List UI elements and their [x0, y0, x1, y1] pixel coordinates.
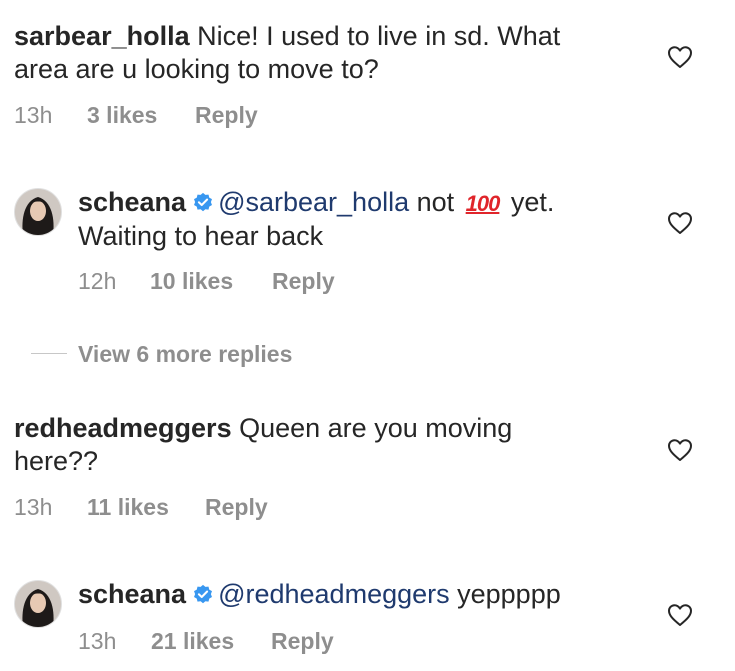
- comment-text: scheana @sarbear_holla not 100 yet. Waiti…: [78, 186, 638, 253]
- comment-text: sarbear_holla Nice! I used to live in sd…: [14, 20, 634, 86]
- comment-username[interactable]: scheana: [78, 187, 186, 217]
- comment-body-line1: Nice! I used to live in sd. What: [189, 21, 561, 51]
- reply-button[interactable]: Reply: [271, 628, 334, 655]
- comment-body-part-b: yet.: [503, 187, 555, 217]
- reply-button[interactable]: Reply: [205, 494, 268, 521]
- reply-button[interactable]: Reply: [195, 102, 258, 129]
- comment-likes[interactable]: 10 likes: [150, 268, 233, 295]
- mention-link[interactable]: @redheadmeggers: [218, 579, 450, 609]
- comment-time: 13h: [14, 494, 53, 520]
- comment-text: scheana @redheadmeggers yeppppp: [78, 578, 638, 611]
- comment-username[interactable]: redheadmeggers: [14, 413, 232, 443]
- comment-likes[interactable]: 3 likes: [87, 102, 157, 129]
- avatar-image: [15, 581, 61, 627]
- comment-username[interactable]: scheana: [78, 579, 186, 609]
- comment-username[interactable]: sarbear_holla: [14, 21, 190, 51]
- avatar[interactable]: [14, 580, 62, 628]
- avatar[interactable]: [14, 188, 62, 236]
- comment-time: 13h: [14, 102, 53, 128]
- comment-body-line2: area are u looking to move to?: [14, 54, 379, 84]
- comment-body-part-a: yeppppp: [449, 579, 561, 609]
- heart-outline-icon[interactable]: [667, 438, 693, 462]
- comment-likes[interactable]: 11 likes: [87, 494, 169, 521]
- view-more-replies-label[interactable]: View 6 more replies: [78, 341, 292, 368]
- comment-time: 13h: [78, 628, 117, 654]
- comment-body-line2: Waiting to hear back: [78, 221, 324, 251]
- divider-line: [31, 353, 67, 354]
- hundred-points-emoji: 100: [465, 191, 501, 216]
- mention-link[interactable]: @sarbear_holla: [218, 187, 409, 217]
- verified-badge-icon: [194, 192, 213, 212]
- verified-badge-icon: [194, 584, 213, 604]
- comment-body-line1: Queen are you moving: [231, 413, 513, 443]
- heart-outline-icon[interactable]: [667, 45, 693, 69]
- heart-outline-icon[interactable]: [667, 211, 693, 235]
- reply-button[interactable]: Reply: [272, 268, 335, 295]
- comment-likes[interactable]: 21 likes: [151, 628, 234, 655]
- comment-body-part-a: not: [409, 187, 462, 217]
- comment-body-line2: here??: [14, 446, 99, 476]
- avatar-image: [15, 189, 61, 235]
- comment-text: redheadmeggers Queen are you moving here…: [14, 412, 634, 478]
- heart-outline-icon[interactable]: [667, 603, 693, 627]
- comment-time: 12h: [78, 268, 117, 294]
